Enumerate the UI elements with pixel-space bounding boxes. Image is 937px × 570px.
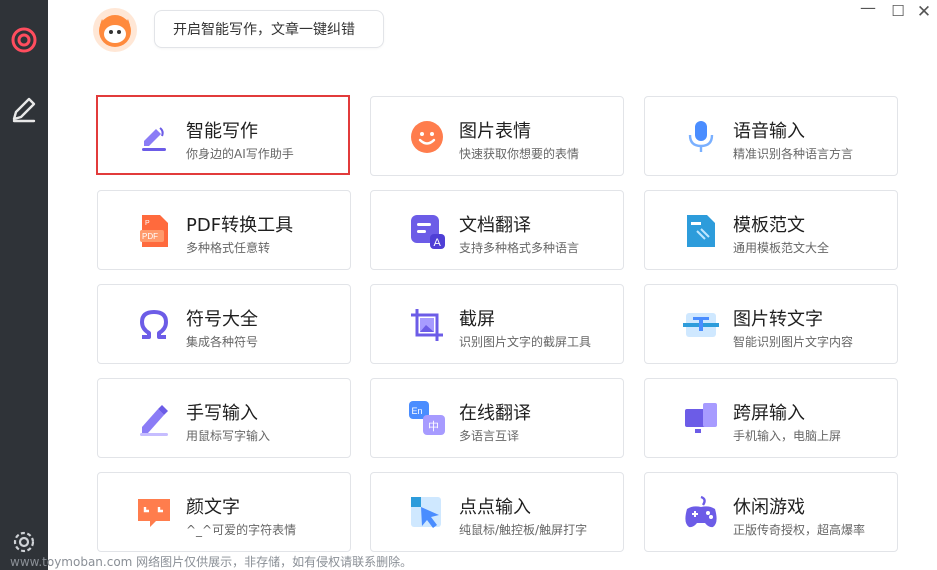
template-icon [687,215,715,247]
tool-subtitle: 精准识别各种语言方言 [733,147,854,161]
tool-title: 颜文字 [186,497,240,518]
tool-card-screenshot[interactable]: 截屏 识别图片文字的截屏工具 [370,284,624,364]
tool-card-kaomoji[interactable]: 颜文字 ^_^可爱的字符表情 [97,472,351,552]
edit-icon[interactable] [7,92,41,126]
tool-subtitle: 多语言互译 [459,429,520,443]
tool-title: 图片转文字 [733,309,823,330]
tool-card-image-emoji[interactable]: 图片表情 快速获取你想要的表情 [370,96,624,176]
tool-title: 图片表情 [459,121,531,142]
assistant-speech-bubble: 开启智能写作，文章一键纠错 [154,10,384,48]
screenshot-icon [411,309,443,341]
tool-subtitle: 快速获取你想要的表情 [459,147,580,161]
tool-subtitle: 纯鼠标/触控板/触屏打字 [459,523,588,537]
svg-text:En: En [412,406,423,416]
tool-title: 智能写作 [186,121,258,142]
tool-subtitle: 手机输入，电脑上屏 [733,429,842,443]
svg-text:PDF: PDF [142,232,158,241]
tool-card-symbols[interactable]: 符号大全 集成各种符号 [97,284,351,364]
omega-icon [140,310,168,339]
tool-title: PDF转换工具 [186,215,294,236]
pen-icon [142,127,166,151]
tool-card-pointer-input[interactable]: 点点输入 纯鼠标/触控板/触屏打字 [370,472,624,552]
doc-translate-icon: A [411,215,445,249]
cross-screen-icon [685,403,717,433]
tool-card-handwriting[interactable]: 手写输入 用鼠标写字输入 [97,378,351,458]
tool-title: 点点输入 [459,497,531,518]
pointer-input-icon [411,497,441,528]
svg-text:P: P [145,220,150,227]
close-button[interactable]: ✕ [913,2,935,22]
svg-text:中: 中 [428,420,439,433]
minimize-button[interactable]: — [857,0,879,17]
pdf-icon: P PDF [140,215,168,247]
tool-title: 休闲游戏 [733,497,805,518]
ocr-icon [683,313,719,337]
tool-title: 截屏 [459,309,495,330]
microphone-icon [688,121,714,152]
tool-subtitle: 集成各种符号 [186,335,259,349]
gamepad-icon [685,495,717,528]
app-logo-icon[interactable] [7,23,41,57]
sidebar [0,0,48,570]
tool-subtitle: 智能识别图片文字内容 [733,335,854,349]
tool-title: 文档翻译 [459,215,531,236]
handwrite-icon [140,405,168,436]
maximize-button[interactable]: ☐ [887,2,909,20]
tool-title: 符号大全 [186,309,258,330]
assistant-avatar[interactable] [92,7,138,53]
tool-subtitle: 多种格式任意转 [186,241,271,255]
tool-title: 跨屏输入 [733,403,805,424]
tool-card-image-to-text[interactable]: 图片转文字 智能识别图片文字内容 [644,284,898,364]
tool-card-doc-translate[interactable]: A 文档翻译 支持多种格式多种语言 [370,190,624,270]
tool-card-cross-screen[interactable]: 跨屏输入 手机输入，电脑上屏 [644,378,898,458]
tool-subtitle: 通用模板范文大全 [733,241,830,255]
tool-title: 手写输入 [186,403,258,424]
tool-card-casual-games[interactable]: 休闲游戏 正版传奇授权，超高爆率 [644,472,898,552]
tool-subtitle: 正版传奇授权，超高爆率 [733,523,866,537]
tool-card-pdf-converter[interactable]: P PDF PDF转换工具 多种格式任意转 [97,190,351,270]
smiley-icon [411,121,443,153]
tool-subtitle: ^_^可爱的字符表情 [186,523,297,537]
translate-icon: En 中 [409,401,445,435]
svg-text:A: A [434,237,442,249]
tool-subtitle: 你身边的AI写作助手 [186,147,294,161]
tool-card-templates[interactable]: 模板范文 通用模板范文大全 [644,190,898,270]
tool-title: 语音输入 [733,121,805,142]
tool-card-voice-input[interactable]: 语音输入 精准识别各种语言方言 [644,96,898,176]
tool-card-smart-writing[interactable]: 智能写作 你身边的AI写作助手 [96,95,350,175]
tool-title: 在线翻译 [459,403,531,424]
tool-subtitle: 支持多种格式多种语言 [459,241,580,255]
tool-subtitle: 识别图片文字的截屏工具 [459,335,592,349]
tool-card-online-translate[interactable]: En 中 在线翻译 多语言互译 [370,378,624,458]
tool-title: 模板范文 [733,215,805,236]
tool-subtitle: 用鼠标写字输入 [186,429,271,443]
watermark-text: www.toymoban.com 网络图片仅供展示，非存储，如有侵权请联系删除。 [10,555,413,569]
emoticon-icon [138,499,170,527]
